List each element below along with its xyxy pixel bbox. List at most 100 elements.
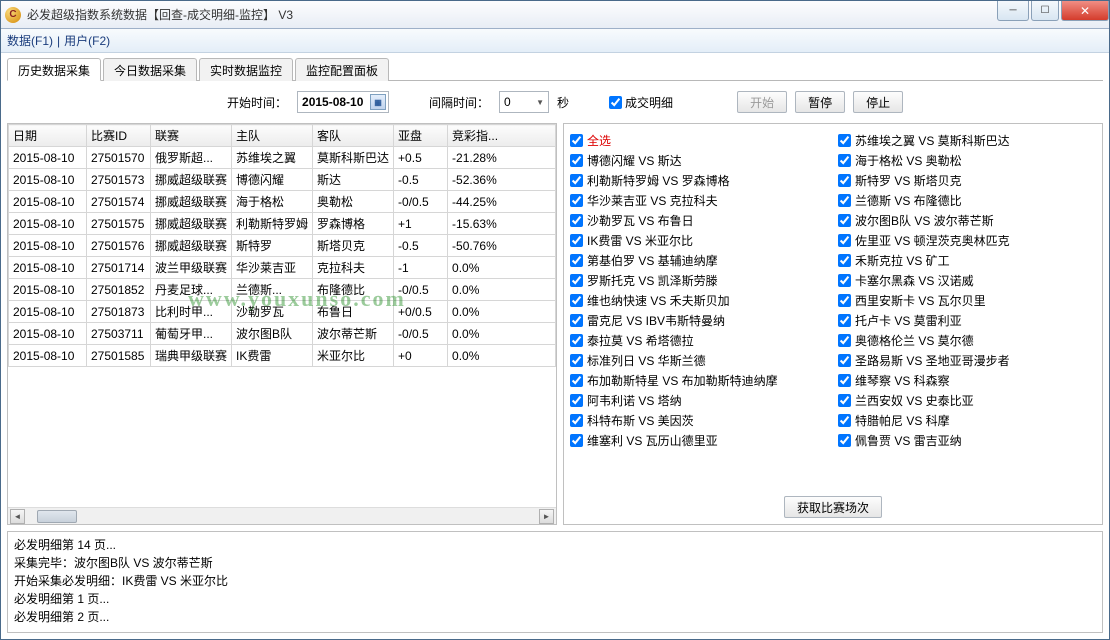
match-item[interactable]: 华沙莱吉亚 VS 克拉科夫 (570, 190, 828, 210)
th-date[interactable]: 日期 (9, 125, 87, 147)
match-checkbox[interactable] (838, 134, 851, 147)
detail-checkbox-wrap[interactable]: 成交明细 (609, 94, 673, 111)
match-item[interactable]: 兰西安奴 VS 史泰比亚 (838, 390, 1096, 410)
match-item[interactable]: 第基伯罗 VS 基辅迪纳摩 (570, 250, 828, 270)
match-item[interactable]: 卡塞尔黑森 VS 汉诺威 (838, 270, 1096, 290)
match-checkbox[interactable] (570, 254, 583, 267)
match-item[interactable]: 维琴察 VS 科森察 (838, 370, 1096, 390)
menu-data[interactable]: 数据(F1) (7, 32, 53, 49)
match-item[interactable]: 标准列日 VS 华斯兰德 (570, 350, 828, 370)
match-item[interactable]: 阿韦利诺 VS 塔纳 (570, 390, 828, 410)
th-away[interactable]: 客队 (313, 125, 394, 147)
maximize-button[interactable]: ☐ (1031, 1, 1059, 21)
match-item[interactable]: 西里安斯卡 VS 瓦尔贝里 (838, 290, 1096, 310)
match-item[interactable]: 波尔图B队 VS 波尔蒂芒斯 (838, 210, 1096, 230)
detail-checkbox[interactable] (609, 96, 622, 109)
table-row[interactable]: 2015-08-1027501574挪威超级联赛海于格松奥勒松-0/0.5-44… (9, 191, 556, 213)
table-row[interactable]: 2015-08-1027501873比利时甲...沙勒罗瓦布鲁日+0/0.50.… (9, 301, 556, 323)
match-item[interactable]: 禾斯克拉 VS 矿工 (838, 250, 1096, 270)
table-row[interactable]: 2015-08-1027501573挪威超级联赛博德闪耀斯达-0.5-52.36… (9, 169, 556, 191)
table-row[interactable]: 2015-08-1027501852丹麦足球...兰德斯...布隆德比-0/0.… (9, 279, 556, 301)
match-item[interactable]: 佐里亚 VS 顿涅茨克奥林匹克 (838, 230, 1096, 250)
chevron-down-icon[interactable]: ▼ (536, 98, 544, 107)
match-checkbox[interactable] (838, 154, 851, 167)
tab-history[interactable]: 历史数据采集 (7, 58, 101, 81)
menu-user[interactable]: 用户(F2) (64, 32, 110, 49)
match-item[interactable]: 奥德格伦兰 VS 莫尔德 (838, 330, 1096, 350)
match-item[interactable]: 布加勒斯特星 VS 布加勒斯特迪纳摩 (570, 370, 828, 390)
table-row[interactable]: 2015-08-1027503711葡萄牙甲...波尔图B队波尔蒂芒斯-0/0.… (9, 323, 556, 345)
match-checkbox[interactable] (838, 254, 851, 267)
match-item[interactable]: 雷克尼 VS IBV韦斯特曼纳 (570, 310, 828, 330)
table-row[interactable]: 2015-08-1027501576挪威超级联赛斯特罗斯塔贝克-0.5-50.7… (9, 235, 556, 257)
match-checkbox[interactable] (570, 174, 583, 187)
match-item[interactable]: 沙勒罗瓦 VS 布鲁日 (570, 210, 828, 230)
table-row[interactable]: 2015-08-1027501585瑞典甲级联赛IK费雷米亚尔比+00.0% (9, 345, 556, 367)
match-checkbox[interactable] (838, 414, 851, 427)
tab-config[interactable]: 监控配置面板 (295, 58, 389, 81)
start-button[interactable]: 开始 (737, 91, 787, 113)
match-checkbox[interactable] (570, 214, 583, 227)
table-row[interactable]: 2015-08-1027501570俄罗斯超...苏维埃之翼莫斯科斯巴达+0.5… (9, 147, 556, 169)
match-item[interactable]: 维也纳快速 VS 禾夫斯贝加 (570, 290, 828, 310)
scroll-left-icon[interactable]: ◄ (10, 509, 25, 524)
tab-today[interactable]: 今日数据采集 (103, 58, 197, 81)
scroll-thumb[interactable] (37, 510, 77, 523)
log-area[interactable]: 必发明细第 14 页...采集完毕：波尔图B队 VS 波尔蒂芒斯开始采集必发明细… (7, 531, 1103, 633)
table-row[interactable]: 2015-08-1027501714波兰甲级联赛华沙莱吉亚克拉科夫-10.0% (9, 257, 556, 279)
th-asia[interactable]: 亚盘 (394, 125, 448, 147)
match-item[interactable]: 泰拉莫 VS 希塔德拉 (570, 330, 828, 350)
match-checkbox[interactable] (838, 174, 851, 187)
match-checkbox[interactable] (570, 414, 583, 427)
table-row[interactable]: 2015-08-1027501575挪威超级联赛利勒斯特罗姆罗森博格+1-15.… (9, 213, 556, 235)
start-time-input[interactable]: 2015-08-10 ▦ (297, 91, 389, 113)
match-checkbox[interactable] (838, 274, 851, 287)
match-checkbox[interactable] (838, 374, 851, 387)
match-checkbox[interactable] (570, 234, 583, 247)
th-id[interactable]: 比赛ID (87, 125, 151, 147)
match-item[interactable]: 特腊帕尼 VS 科摩 (838, 410, 1096, 430)
match-checkbox[interactable] (570, 354, 583, 367)
close-button[interactable]: ✕ (1061, 1, 1109, 21)
match-checkbox[interactable] (838, 214, 851, 227)
scroll-right-icon[interactable]: ► (539, 509, 554, 524)
h-scrollbar[interactable]: ◄ ► (8, 507, 556, 524)
match-checkbox[interactable] (838, 234, 851, 247)
match-checkbox[interactable] (570, 314, 583, 327)
tab-realtime[interactable]: 实时数据监控 (199, 58, 293, 81)
th-league[interactable]: 联赛 (151, 125, 232, 147)
match-item[interactable]: 佩鲁贾 VS 雷吉亚纳 (838, 430, 1096, 450)
calendar-icon[interactable]: ▦ (370, 94, 386, 110)
match-checkbox[interactable] (838, 294, 851, 307)
match-item[interactable]: 托卢卡 VS 莫雷利亚 (838, 310, 1096, 330)
match-checkbox[interactable] (570, 434, 583, 447)
select-all-checkbox[interactable] (570, 134, 583, 147)
match-checkbox[interactable] (570, 334, 583, 347)
th-home[interactable]: 主队 (232, 125, 313, 147)
match-item[interactable]: 斯特罗 VS 斯塔贝克 (838, 170, 1096, 190)
th-jc[interactable]: 竞彩指... (448, 125, 556, 147)
match-item[interactable]: 罗斯托克 VS 凯泽斯劳滕 (570, 270, 828, 290)
match-item[interactable]: 海于格松 VS 奥勒松 (838, 150, 1096, 170)
interval-input[interactable]: 0 ▼ (499, 91, 549, 113)
match-item[interactable]: 维塞利 VS 瓦历山德里亚 (570, 430, 828, 450)
match-item[interactable]: 圣路易斯 VS 圣地亚哥漫步者 (838, 350, 1096, 370)
match-item[interactable]: 博德闪耀 VS 斯达 (570, 150, 828, 170)
match-checkbox[interactable] (838, 334, 851, 347)
match-checkbox[interactable] (838, 434, 851, 447)
match-checkbox[interactable] (570, 274, 583, 287)
match-item[interactable]: 苏维埃之翼 VS 莫斯科斯巴达 (838, 130, 1096, 150)
match-checkbox[interactable] (570, 154, 583, 167)
match-item[interactable]: IK费雷 VS 米亚尔比 (570, 230, 828, 250)
match-checkbox[interactable] (570, 394, 583, 407)
match-checkbox[interactable] (838, 394, 851, 407)
match-checkbox[interactable] (570, 194, 583, 207)
match-item[interactable]: 利勒斯特罗姆 VS 罗森博格 (570, 170, 828, 190)
match-checkbox[interactable] (570, 294, 583, 307)
stop-button[interactable]: 停止 (853, 91, 903, 113)
fetch-matches-button[interactable]: 获取比赛场次 (784, 496, 882, 518)
match-item[interactable]: 兰德斯 VS 布隆德比 (838, 190, 1096, 210)
match-checkbox[interactable] (838, 314, 851, 327)
match-checkbox[interactable] (838, 354, 851, 367)
minimize-button[interactable]: ─ (997, 1, 1029, 21)
